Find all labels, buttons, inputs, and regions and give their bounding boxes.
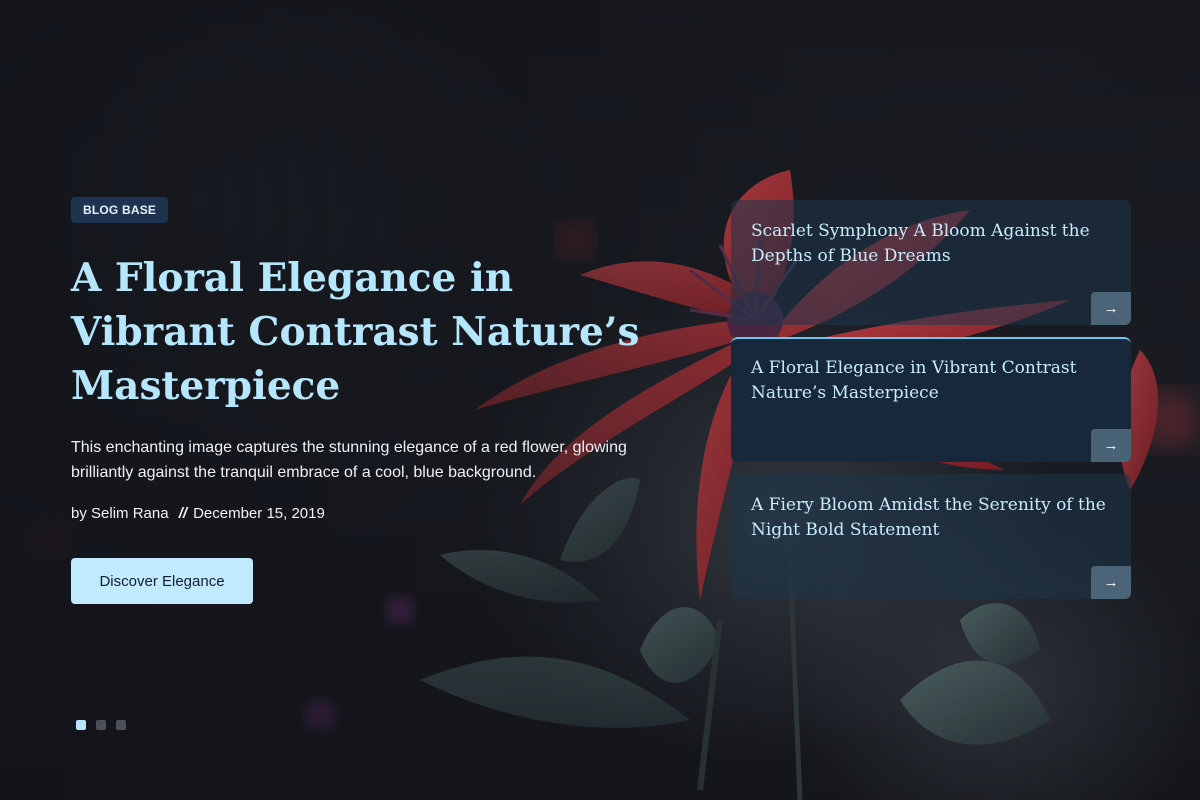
hero-section: BLOG BASE A Floral Elegance in Vibrant C… (0, 0, 1200, 800)
slide-card-title[interactable]: A Fiery Bloom Amidst the Serenity of the… (751, 493, 1106, 543)
slide-card-active[interactable]: A Floral Elegance in Vibrant Contrast Na… (731, 337, 1131, 462)
slider-dot-1[interactable] (76, 720, 86, 730)
author-name[interactable]: Selim Rana (91, 505, 169, 522)
slide-card[interactable]: A Fiery Bloom Amidst the Serenity of the… (731, 474, 1131, 599)
slide-card-list: Scarlet Symphony A Bloom Against the Dep… (731, 200, 1131, 611)
arrow-right-icon[interactable]: → (1091, 429, 1131, 462)
category-badge[interactable]: BLOG BASE (71, 197, 169, 223)
discover-elegance-button[interactable]: Discover Elegance (71, 558, 253, 604)
slide-card[interactable]: Scarlet Symphony A Bloom Against the Dep… (731, 200, 1131, 325)
arrow-right-icon[interactable]: → (1091, 566, 1131, 599)
post-date: December 15, 2019 (193, 505, 325, 522)
hero-title: A Floral Elegance in Vibrant Contrast Na… (71, 255, 640, 409)
slide-card-title[interactable]: A Floral Elegance in Vibrant Contrast Na… (751, 356, 1106, 406)
post-meta: by Selim Rana // December 15, 2019 (71, 505, 671, 522)
hero-description: This enchanting image captures the stunn… (71, 439, 627, 481)
hero-content: BLOG BASE A Floral Elegance in Vibrant C… (71, 197, 671, 522)
arrow-right-icon[interactable]: → (1091, 292, 1131, 325)
slider-dot-3[interactable] (116, 720, 126, 730)
meta-separator: // (178, 505, 188, 522)
slide-card-title[interactable]: Scarlet Symphony A Bloom Against the Dep… (751, 219, 1106, 269)
slider-pagination (76, 720, 126, 730)
slider-dot-2[interactable] (96, 720, 106, 730)
by-label: by (71, 505, 87, 522)
